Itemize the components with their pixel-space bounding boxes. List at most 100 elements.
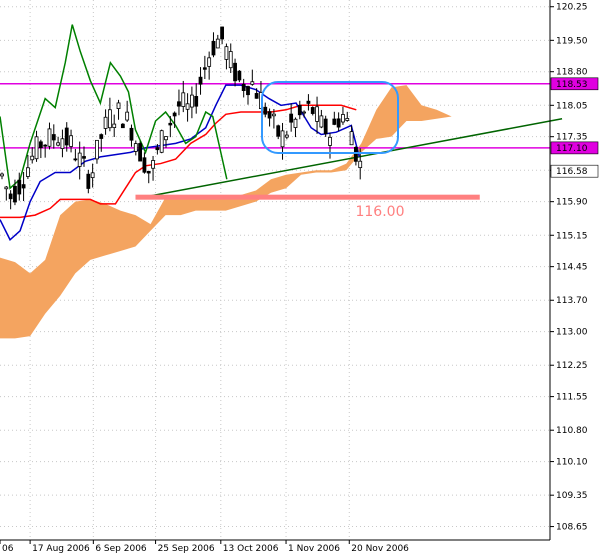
candle-body <box>297 104 302 116</box>
candle-body <box>284 134 289 138</box>
y-tick-label: 115.90 <box>556 198 588 208</box>
candle-body <box>77 152 82 167</box>
price-markers: 118.53 117.10 116.58 <box>550 77 599 178</box>
candle-body <box>194 95 199 107</box>
candle-body <box>86 173 91 189</box>
candle-body <box>120 123 125 129</box>
candle-body <box>267 111 272 119</box>
x-tick-label: 25 Sep 2006 <box>158 544 215 554</box>
candle-body <box>0 173 4 177</box>
candle-body <box>185 103 190 110</box>
candle-body <box>90 172 95 179</box>
candle-body <box>202 67 207 70</box>
candle-body <box>95 139 99 160</box>
y-tick-label: 110.10 <box>556 458 588 468</box>
candle-body <box>125 111 130 121</box>
y-tick-label: 115.15 <box>556 231 588 241</box>
candle-body <box>38 141 43 149</box>
candles <box>0 26 363 210</box>
candle-body <box>233 62 237 82</box>
y-tick-label: 118.05 <box>556 101 588 111</box>
candle-body <box>172 112 177 117</box>
x-tick-label: 1 Nov 2006 <box>288 544 340 554</box>
y-tick-label: 110.80 <box>556 426 588 436</box>
candle-body <box>8 193 13 200</box>
candle-body <box>207 57 212 67</box>
candle-body <box>4 186 9 190</box>
y-tick-label: 111.55 <box>556 393 588 403</box>
candle-body <box>99 134 104 139</box>
candle-body <box>155 147 160 151</box>
candle-body <box>142 157 147 173</box>
x-axis: 06 17 Aug 2006 6 Sep 2006 25 Sep 2006 13 Oct… <box>0 539 550 554</box>
candle-body <box>336 118 341 128</box>
candle-body <box>228 51 233 69</box>
candle-body <box>64 127 69 146</box>
candle-body <box>315 106 319 122</box>
y-tick-label: 112.25 <box>556 361 588 371</box>
candle-body <box>271 113 276 117</box>
candle-body <box>82 156 86 159</box>
candle-body <box>263 106 268 115</box>
x-tick-label: 20 Nov 2006 <box>351 544 409 554</box>
x-tick-label: 6 Sep 2006 <box>95 544 147 554</box>
y-tick-label: 113.00 <box>556 328 588 338</box>
y-tick-label: 114.45 <box>556 263 588 273</box>
candle-body <box>302 111 307 114</box>
y-tick-label: 117.35 <box>556 133 588 143</box>
candle-body <box>246 86 250 96</box>
price-marker-label: 118.53 <box>556 80 588 90</box>
y-tick-label: 118.80 <box>556 68 588 78</box>
y-tick-label: 109.35 <box>556 491 588 501</box>
price-marker: 117.10 <box>550 141 599 155</box>
candle-body <box>43 144 48 147</box>
candle-body <box>138 143 143 162</box>
candle-body <box>129 127 134 141</box>
candle-body <box>215 38 220 49</box>
candle-body <box>151 160 155 169</box>
candle-body <box>26 167 30 177</box>
candle-body <box>323 118 328 135</box>
candle-body <box>107 109 112 129</box>
candle-body <box>146 170 151 174</box>
candle-body <box>189 94 194 108</box>
candle-body <box>306 100 311 104</box>
candle-body <box>328 136 332 146</box>
candle-body <box>353 146 358 162</box>
candle-body <box>220 26 225 40</box>
candle-body <box>358 160 363 169</box>
candle-body <box>293 118 298 128</box>
candle-body <box>241 83 246 91</box>
candle-body <box>250 81 255 85</box>
candle-body <box>159 130 164 153</box>
price-marker: 118.53 <box>550 77 599 91</box>
candle-body <box>181 92 186 107</box>
y-tick-label: 119.50 <box>556 36 588 46</box>
support-bar <box>135 194 480 200</box>
candle-body <box>17 179 22 195</box>
candle-body <box>164 136 168 141</box>
candle-body <box>56 142 61 146</box>
candle-body <box>276 125 281 137</box>
candle-body <box>168 122 173 126</box>
candle-body <box>34 136 39 160</box>
price-marker-label: 116.58 <box>556 167 588 177</box>
candle-body <box>73 158 78 161</box>
candle-body <box>237 70 242 81</box>
price-marker: 116.58 <box>550 164 599 178</box>
candle-body <box>345 118 350 121</box>
candle-body <box>112 123 117 128</box>
x-tick-label: 17 Aug 2006 <box>32 544 90 554</box>
candle-body <box>30 155 35 161</box>
candle-body <box>60 138 65 149</box>
candle-body <box>332 118 337 125</box>
candle-body <box>21 184 26 189</box>
candle-body <box>280 130 285 148</box>
candle-body <box>310 107 315 114</box>
candle-body <box>69 135 73 147</box>
candle-body <box>198 76 203 85</box>
candle-body <box>116 102 121 109</box>
candle-body <box>13 185 17 203</box>
candle-body <box>51 134 56 141</box>
chart: 116.00 120.25 119.50 118.80 118.05 117.35 116… <box>0 0 599 554</box>
